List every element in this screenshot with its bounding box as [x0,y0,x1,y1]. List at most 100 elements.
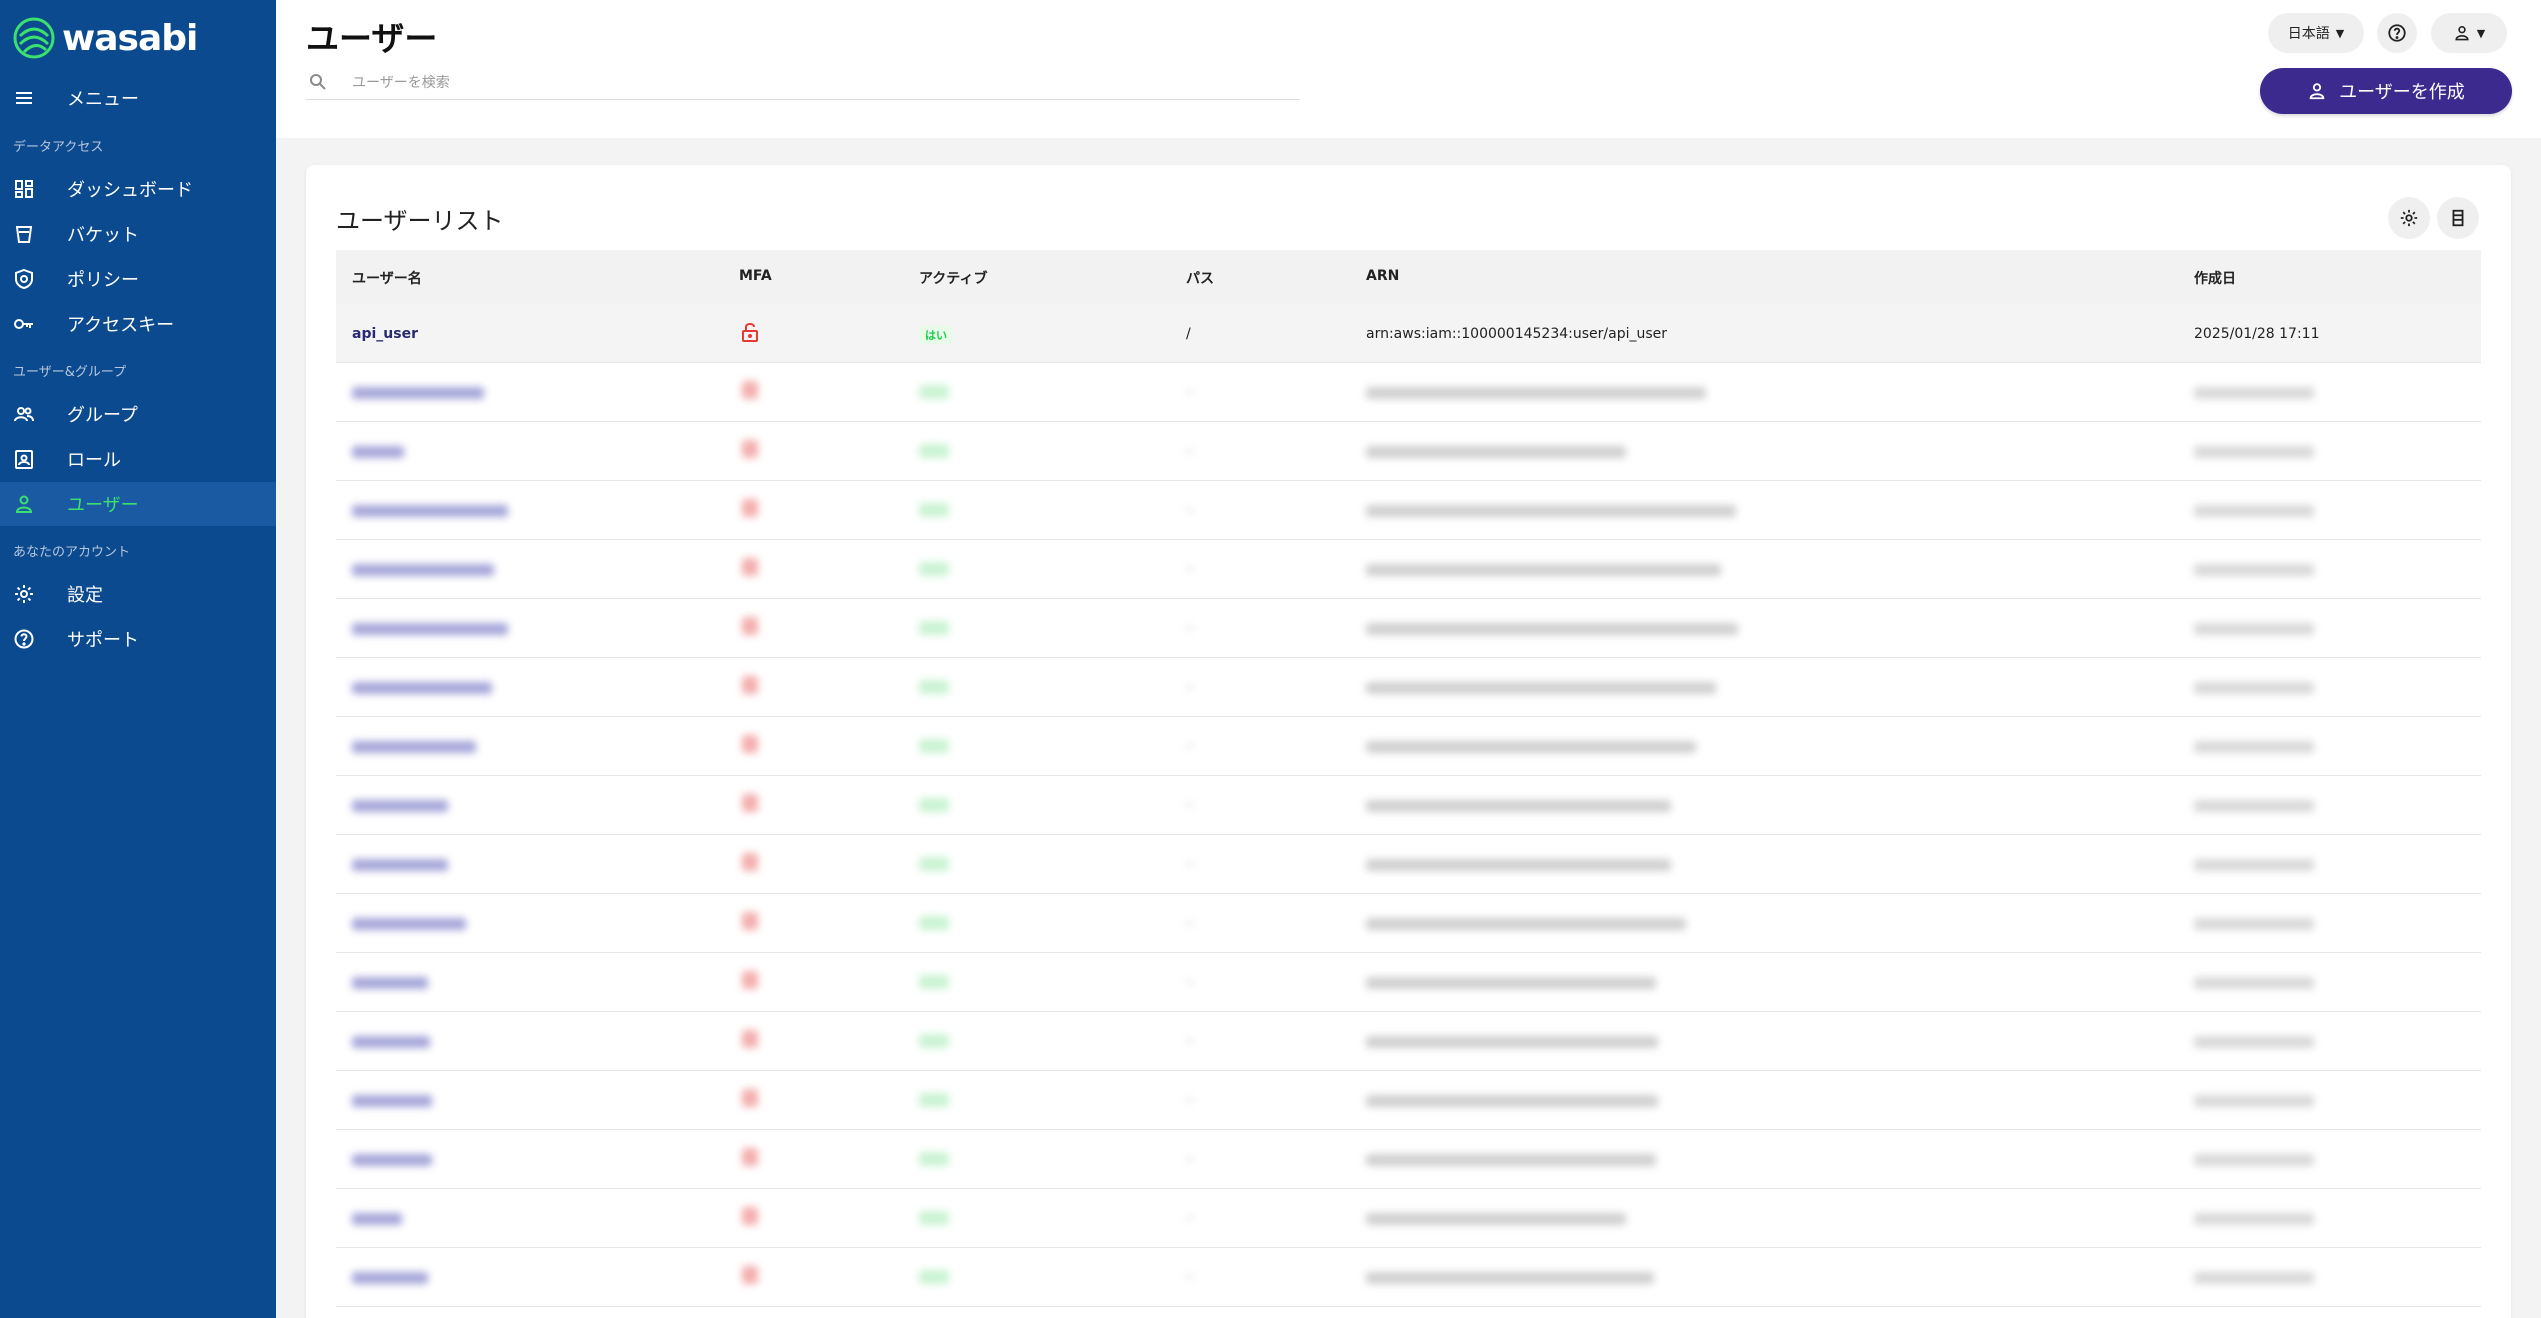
arn-value [1366,623,1738,635]
table-row[interactable] [336,658,2481,717]
active-status-badge [919,680,949,694]
menu-toggle[interactable]: メニュー [0,80,276,116]
table-row[interactable] [336,1130,2481,1189]
table-row[interactable] [336,894,2481,953]
mfa-disabled-lock-icon [742,499,758,517]
table-row[interactable] [336,1071,2481,1130]
arn-value [1366,918,1686,930]
username-link[interactable] [352,1272,428,1284]
table-density-button[interactable] [2437,197,2479,239]
username-link[interactable] [352,682,492,694]
active-status-badge [919,1152,949,1166]
active-status-badge [919,1270,949,1284]
table-settings-button[interactable] [2388,197,2430,239]
table-row[interactable] [336,835,2481,894]
sidebar-item-access-keys[interactable]: アクセスキー [0,302,276,346]
gear-icon [13,583,35,605]
column-header-path[interactable]: パス [1186,268,1214,288]
create-user-button[interactable]: ユーザーを作成 [2260,68,2512,114]
search-input[interactable] [352,70,1252,96]
username-link[interactable] [352,1154,432,1166]
logo-text: wasabi [62,17,198,59]
table-row[interactable] [336,1012,2481,1071]
sidebar-item-dashboard[interactable]: ダッシュボード [0,167,276,211]
table-row[interactable] [336,953,2481,1012]
username-link[interactable] [352,1036,430,1048]
username-link[interactable] [352,623,508,635]
created-date [2194,505,2314,517]
help-circle-icon [13,628,35,650]
username-link[interactable] [352,446,404,458]
table-row[interactable] [336,1248,2481,1307]
created-date [2194,1272,2314,1284]
search-icon [310,74,326,90]
table-row[interactable] [336,717,2481,776]
table-row[interactable] [336,776,2481,835]
username-link[interactable] [352,918,466,930]
path-value [1187,509,1193,511]
sidebar-item-buckets[interactable]: バケット [0,212,276,256]
help-button[interactable] [2377,13,2417,53]
column-header-active[interactable]: アクティブ [919,268,987,288]
arn-value [1366,505,1736,517]
path-value [1187,391,1193,393]
user-icon [13,493,35,515]
username-link[interactable]: api_user [352,326,418,342]
username-link[interactable] [352,859,448,871]
mfa-disabled-lock-icon [742,440,758,458]
column-header-arn[interactable]: ARN [1366,268,1399,284]
sidebar-item-groups[interactable]: グループ [0,392,276,436]
username-link[interactable] [352,387,484,399]
row-divider [2327,1188,2481,1189]
created-date [2194,623,2314,635]
created-date [2194,1095,2314,1107]
sidebar-item-policies[interactable]: ポリシー [0,257,276,301]
username-link[interactable] [352,1095,432,1107]
hamburger-icon [13,87,35,109]
row-divider [2327,952,2481,953]
row-divider [2327,657,2481,658]
path-value [1187,1158,1193,1160]
username-link[interactable] [352,505,508,517]
row-divider [2327,775,2481,776]
language-selector[interactable]: 日本語 ▼ [2268,13,2364,53]
username-link[interactable] [352,564,494,576]
arn-value [1366,1213,1626,1225]
sidebar-item-label: 設定 [67,585,103,606]
username-link[interactable] [352,800,448,812]
column-header-username[interactable]: ユーザー名 [352,268,422,288]
table-row[interactable] [336,540,2481,599]
created-date [2194,1213,2314,1225]
column-header-mfa[interactable]: MFA [739,268,772,284]
menu-label: メニュー [67,89,139,110]
bucket-icon [13,223,35,245]
table-row[interactable] [336,481,2481,540]
table-row[interactable] [336,599,2481,658]
row-divider [2327,1070,2481,1071]
sidebar-item-support[interactable]: サポート [0,617,276,661]
table-row[interactable]: api_user はい / arn:aws:iam::100000145234:… [336,304,2481,363]
created-date [2194,918,2314,930]
active-status-badge: はい [919,326,953,344]
column-header-created[interactable]: 作成日 [2194,268,2236,288]
sidebar-item-settings[interactable]: 設定 [0,572,276,616]
sidebar-item-users[interactable]: ユーザー [0,482,276,526]
active-status-badge [919,1093,949,1107]
user-list-card: ユーザーリスト ユーザー名 MFA アクティブ パス ARN 作成日 api_u… [306,165,2511,1318]
path-value [1187,686,1193,688]
sidebar-item-label: アクセスキー [67,315,175,336]
table-row[interactable] [336,422,2481,481]
username-link[interactable] [352,977,428,989]
wasabi-logo[interactable]: wasabi [12,14,198,62]
username-link[interactable] [352,1213,402,1225]
row-divider [2327,834,2481,835]
sidebar-item-roles[interactable]: ロール [0,437,276,481]
table-row[interactable] [336,1189,2481,1248]
policy-shield-icon [13,268,35,290]
mfa-disabled-lock-icon [742,323,758,342]
table-row[interactable] [336,363,2481,422]
row-divider [2327,480,2481,481]
username-link[interactable] [352,741,476,753]
path-value: / [1186,326,1191,342]
user-menu-button[interactable]: ▼ [2431,13,2507,53]
